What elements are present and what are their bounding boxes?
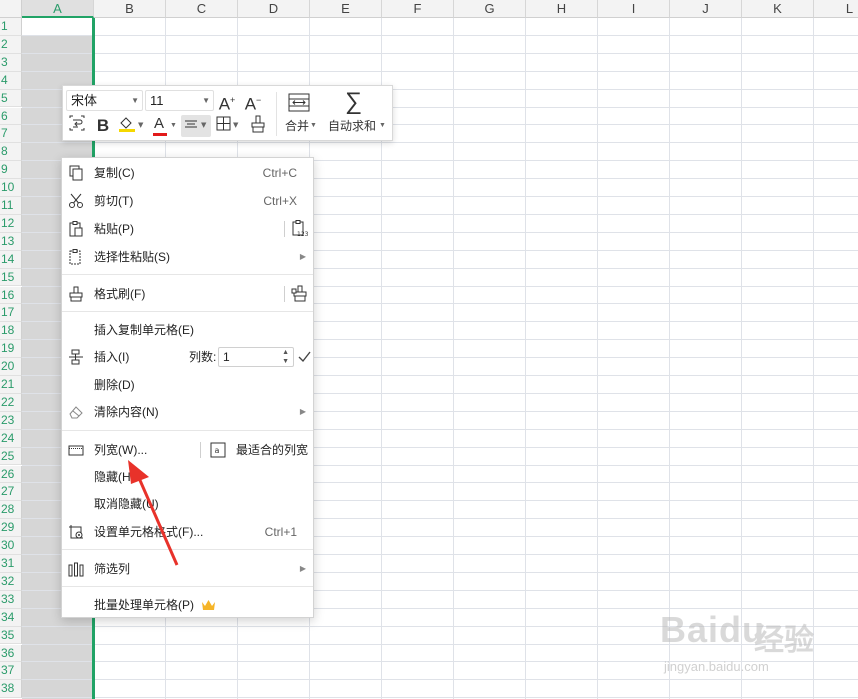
arrow-shaft <box>137 477 179 566</box>
watermark-brand: Baidu <box>660 609 766 650</box>
watermark-cn: 经验 <box>754 624 814 657</box>
baidu-watermark: Baidu 经验 jingyan.baidu.com <box>650 607 850 681</box>
annotation-arrow <box>128 460 179 566</box>
arrow-head <box>128 460 149 484</box>
watermark-url: jingyan.baidu.com <box>664 659 769 674</box>
spreadsheet-window: ABCDEFGHIJKL 1 2 3 4 5 6 7 8 9 10 11 12 13 14 15 16 17 18… <box>0 0 858 699</box>
